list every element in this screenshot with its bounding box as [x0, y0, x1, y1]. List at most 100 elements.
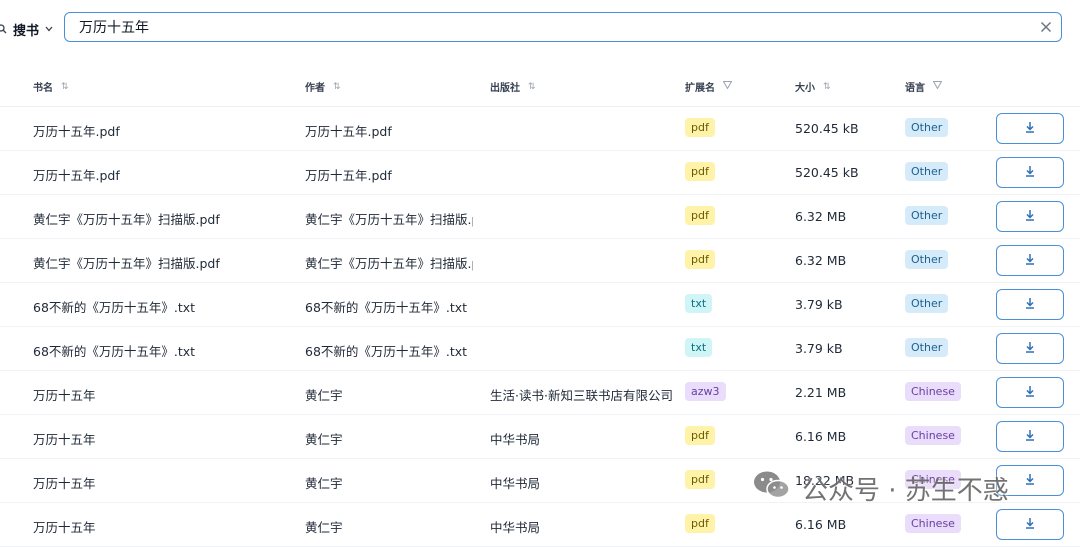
language-badge: Other: [905, 294, 949, 313]
extension-badge: pdf: [685, 470, 715, 489]
filter-icon[interactable]: [932, 81, 943, 92]
cell-language: Other: [905, 338, 949, 357]
cell-title: 68不新的《万历十五年》.txt: [33, 300, 196, 315]
cell-size: 520.45 kB: [795, 121, 859, 136]
cell-extension: pdf: [685, 250, 715, 269]
extension-badge: txt: [685, 338, 713, 357]
table-row: 万历十五年 黄仁宇 生活·读书·新知三联书店有限公司 azw3 2.21 MB …: [0, 371, 1080, 415]
cell-language: Other: [905, 294, 949, 313]
table-row: 68不新的《万历十五年》.txt 68不新的《万历十五年》.txt txt 3.…: [0, 327, 1080, 371]
search-mode-label: 搜书: [13, 23, 40, 39]
cell-publisher: 中华书局: [490, 432, 541, 447]
download-icon: [1024, 253, 1036, 268]
cell-language: Other: [905, 250, 949, 269]
download-button[interactable]: [996, 245, 1064, 276]
extension-badge: txt: [685, 294, 713, 313]
download-button[interactable]: [996, 201, 1064, 232]
language-badge: Other: [905, 162, 949, 181]
download-icon: [1024, 517, 1036, 532]
cell-title: 黄仁宇《万历十五年》扫描版.pdf: [33, 256, 220, 271]
header-size-label: 大小: [795, 83, 815, 94]
download-icon: [1024, 341, 1036, 356]
cell-size: 18.22 MB: [795, 473, 855, 488]
table-row: 万历十五年 黄仁宇 中华书局 pdf 6.16 MB Chinese: [0, 415, 1080, 459]
language-badge: Other: [905, 250, 949, 269]
close-icon[interactable]: [1031, 18, 1061, 37]
download-button[interactable]: [996, 289, 1064, 320]
table-body: 万历十五年.pdf 万历十五年.pdf pdf 520.45 kB Other …: [0, 107, 1080, 547]
cell-extension: txt: [685, 294, 713, 313]
language-badge: Chinese: [905, 382, 961, 401]
cell-extension: pdf: [685, 162, 715, 181]
download-icon: [1024, 165, 1036, 180]
cell-author: 万历十五年.pdf: [305, 124, 392, 139]
download-icon: [1024, 385, 1036, 400]
download-icon: [1024, 121, 1036, 136]
cell-title: 万历十五年.pdf: [33, 168, 120, 183]
cell-author: 黄仁宇: [305, 476, 343, 491]
cell-title: 万历十五年: [33, 388, 96, 403]
search-mode-select[interactable]: 搜书: [0, 14, 58, 44]
download-button[interactable]: [996, 377, 1064, 408]
filter-icon[interactable]: [722, 81, 733, 92]
download-button[interactable]: [996, 157, 1064, 188]
cell-extension: azw3: [685, 382, 726, 401]
results-table: 书名 ⇅ 作者 ⇅ 出版社 ⇅ 扩展名 大小 ⇅ 语言 万历十五年.pdf 万历…: [0, 64, 1080, 547]
cell-size: 3.79 kB: [795, 297, 843, 312]
language-badge: Chinese: [905, 426, 961, 445]
header-extension: 扩展名: [685, 79, 733, 94]
extension-badge: pdf: [685, 206, 715, 225]
cell-language: Other: [905, 162, 949, 181]
cell-size: 6.16 MB: [795, 429, 847, 444]
cell-title: 万历十五年: [33, 432, 96, 447]
cell-publisher: 中华书局: [490, 476, 541, 491]
table-row: 黄仁宇《万历十五年》扫描版.pdf 黄仁宇《万历十五年》扫描版.p pdf 6.…: [0, 239, 1080, 283]
cell-author: 黄仁宇: [305, 432, 343, 447]
header-language-label: 语言: [905, 83, 925, 94]
cell-author: 黄仁宇《万历十五年》扫描版.p: [305, 256, 473, 271]
cell-author: 黄仁宇: [305, 388, 343, 403]
sort-icon[interactable]: ⇅: [528, 82, 536, 92]
header-size: 大小 ⇅: [795, 79, 831, 95]
top-bar: 搜书: [0, 0, 1080, 58]
header-author-label: 作者: [305, 83, 325, 94]
download-icon: [1024, 429, 1036, 444]
sort-icon[interactable]: ⇅: [333, 82, 341, 92]
sort-icon[interactable]: ⇅: [823, 82, 831, 92]
extension-badge: pdf: [685, 426, 715, 445]
download-button[interactable]: [996, 509, 1064, 540]
table-row: 万历十五年.pdf 万历十五年.pdf pdf 520.45 kB Other: [0, 107, 1080, 151]
language-badge: Other: [905, 338, 949, 357]
header-author: 作者 ⇅: [305, 79, 341, 95]
download-icon: [1024, 209, 1036, 224]
extension-badge: pdf: [685, 162, 715, 181]
cell-size: 520.45 kB: [795, 165, 859, 180]
cell-extension: txt: [685, 338, 713, 357]
header-extension-label: 扩展名: [685, 83, 715, 94]
cell-extension: pdf: [685, 514, 715, 533]
download-button[interactable]: [996, 421, 1064, 452]
cell-title: 万历十五年: [33, 520, 96, 535]
cell-size: 6.32 MB: [795, 253, 847, 268]
download-button[interactable]: [996, 113, 1064, 144]
table-row: 万历十五年 黄仁宇 中华书局 pdf 6.16 MB Chinese: [0, 503, 1080, 547]
search-input[interactable]: [77, 13, 1031, 41]
download-button[interactable]: [996, 333, 1064, 364]
cell-size: 6.32 MB: [795, 209, 847, 224]
cell-author: 黄仁宇: [305, 520, 343, 535]
cell-language: Other: [905, 118, 949, 137]
extension-badge: pdf: [685, 118, 715, 137]
cell-size: 6.16 MB: [795, 517, 847, 532]
cell-extension: pdf: [685, 206, 715, 225]
download-button[interactable]: [996, 465, 1064, 496]
language-badge: Other: [905, 206, 949, 225]
cell-title: 68不新的《万历十五年》.txt: [33, 344, 196, 359]
language-badge: Other: [905, 118, 949, 137]
search-icon: [0, 22, 7, 37]
cell-language: Chinese: [905, 426, 961, 445]
cell-publisher: 生活·读书·新知三联书店有限公司: [490, 388, 673, 403]
table-row: 万历十五年 黄仁宇 中华书局 pdf 18.22 MB Chinese: [0, 459, 1080, 503]
language-badge: Chinese: [905, 470, 961, 489]
sort-icon[interactable]: ⇅: [61, 82, 69, 92]
cell-title: 万历十五年: [33, 476, 96, 491]
